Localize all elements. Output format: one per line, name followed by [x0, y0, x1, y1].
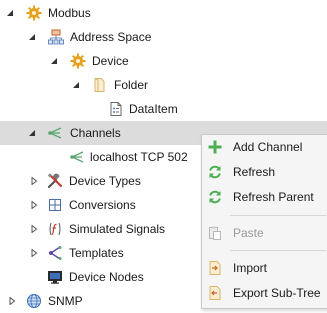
network-icon: [48, 29, 64, 45]
folder-icon: [92, 77, 108, 93]
menu-item-add-channel[interactable]: Add Channel: [202, 135, 327, 159]
expanded-arrow-icon[interactable]: [72, 81, 80, 89]
tree-item-folder[interactable]: Folder: [0, 73, 327, 97]
menu-separator: [230, 250, 326, 251]
expanded-arrow-icon[interactable]: [28, 129, 36, 137]
tree-item-modbus[interactable]: Modbus: [0, 1, 327, 25]
expanded-arrow-icon[interactable]: [6, 9, 14, 17]
channel-icon: [47, 125, 63, 141]
tree-item-label: Simulated Signals: [69, 222, 166, 236]
collapsed-arrow-icon[interactable]: [30, 225, 38, 233]
tree-item-label: Device Types: [69, 174, 141, 188]
tree-item-label: Templates: [69, 246, 124, 260]
menu-item-export-sub-tree[interactable]: Export Sub-Tree: [202, 281, 327, 305]
channel-icon: [69, 149, 85, 165]
menu-item-refresh-parent[interactable]: Refresh Parent: [202, 185, 327, 209]
collapsed-arrow-icon[interactable]: [30, 201, 38, 209]
tree-item-label: Address Space: [70, 30, 152, 44]
tree-item-label: Folder: [114, 78, 149, 92]
tree-item-label: Conversions: [69, 198, 136, 212]
grid-icon: [47, 197, 63, 213]
collapsed-arrow-icon[interactable]: [30, 177, 38, 185]
menu-item-label: Paste: [233, 226, 264, 240]
menu-item-label: Refresh: [233, 165, 276, 179]
menu-item-paste[interactable]: Paste: [202, 221, 327, 245]
tree-item-address-space[interactable]: Address Space: [0, 25, 327, 49]
tree-item-data-item[interactable]: DataItem: [0, 97, 327, 121]
tree-item-label: Modbus: [48, 6, 91, 20]
expanded-arrow-icon[interactable]: [50, 57, 58, 65]
monitor-icon: [47, 269, 63, 285]
refresh-icon: [207, 164, 223, 180]
tree-item-label: SNMP: [48, 294, 83, 308]
collapsed-arrow-icon[interactable]: [8, 297, 16, 305]
collapsed-arrow-icon[interactable]: [30, 249, 38, 257]
menu-item-label: Add Channel: [233, 140, 303, 154]
document-icon: [108, 101, 124, 117]
context-menu: Add Channel Refresh Refresh Parent Paste…: [201, 134, 327, 309]
tree-item-label: Channels: [70, 126, 121, 140]
menu-separator: [230, 215, 326, 216]
function-icon: [47, 221, 63, 237]
menu-item-refresh[interactable]: Refresh: [202, 160, 327, 184]
export-icon: [207, 285, 223, 301]
menu-item-label: Refresh Parent: [233, 190, 314, 204]
paste-icon: [207, 225, 223, 241]
tools-icon: [47, 173, 63, 189]
expanded-arrow-icon[interactable]: [28, 33, 36, 41]
templates-icon: [47, 245, 63, 261]
menu-item-label: Export Sub-Tree: [233, 286, 321, 300]
plus-icon: [207, 139, 223, 155]
menu-item-import[interactable]: Import: [202, 256, 327, 280]
tree-item-label: DataItem: [129, 102, 178, 116]
import-icon: [207, 260, 223, 276]
menu-item-label: Import: [233, 261, 268, 275]
gear-icon: [26, 5, 42, 21]
tree-item-device[interactable]: Device: [0, 49, 327, 73]
tree-item-label: Device Nodes: [69, 270, 144, 284]
tree-item-label: Device: [92, 54, 129, 68]
tree-item-label: localhost TCP 502: [90, 150, 188, 164]
refresh-icon: [207, 189, 223, 205]
gear-icon: [70, 53, 86, 69]
